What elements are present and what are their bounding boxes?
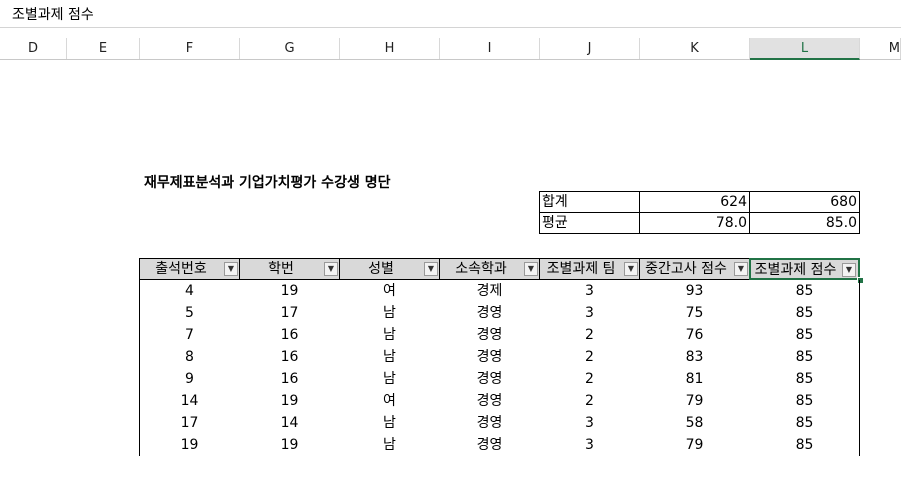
table-header-department[interactable]: 소속학과 ▼ xyxy=(439,258,540,280)
cell-gender[interactable]: 남 xyxy=(339,324,440,346)
cell-midterm-score[interactable]: 79 xyxy=(639,390,750,412)
cell-attendance-no[interactable]: 9 xyxy=(139,368,240,390)
column-header-row: D E F G H I J K L M xyxy=(0,38,901,60)
cell-student-id[interactable]: 16 xyxy=(239,368,340,390)
table-header-gender[interactable]: 성별 ▼ xyxy=(339,258,440,280)
summary-sum-k[interactable]: 624 xyxy=(639,191,750,213)
filter-dropdown-icon[interactable]: ▼ xyxy=(424,262,438,276)
cell-student-id[interactable]: 17 xyxy=(239,302,340,324)
cell-gender[interactable]: 남 xyxy=(339,346,440,368)
cell-department[interactable]: 경영 xyxy=(439,434,540,456)
table-header-group-project-score[interactable]: 조별과제 점수 ▼ xyxy=(749,258,860,280)
table-header-attendance-no[interactable]: 출석번호 ▼ xyxy=(139,258,240,280)
table-header-label: 출석번호 xyxy=(155,261,207,277)
column-header-h[interactable]: H xyxy=(340,38,440,59)
cell-department[interactable]: 경영 xyxy=(439,302,540,324)
column-header-l[interactable]: L xyxy=(750,38,860,60)
cell-group-project-score[interactable]: 85 xyxy=(749,324,860,346)
cell-group-team[interactable]: 3 xyxy=(539,434,640,456)
column-header-k[interactable]: K xyxy=(640,38,750,59)
cell-department[interactable]: 경영 xyxy=(439,368,540,390)
summary-avg-l[interactable]: 85.0 xyxy=(749,212,860,234)
cell-midterm-score[interactable]: 83 xyxy=(639,346,750,368)
cell-attendance-no[interactable]: 5 xyxy=(139,302,240,324)
table-border-right xyxy=(859,280,860,456)
cell-attendance-no[interactable]: 4 xyxy=(139,280,240,302)
column-header-e[interactable]: E xyxy=(67,38,140,59)
cell-midterm-score[interactable]: 75 xyxy=(639,302,750,324)
table-header-label: 조별과제 팀 xyxy=(546,261,616,277)
cell-midterm-score[interactable]: 76 xyxy=(639,324,750,346)
column-header-d[interactable]: D xyxy=(0,38,67,59)
cell-department[interactable]: 경영 xyxy=(439,412,540,434)
table-header-label: 성별 xyxy=(368,261,394,277)
cell-gender[interactable]: 남 xyxy=(339,412,440,434)
summary-sum-l[interactable]: 680 xyxy=(749,191,860,213)
cell-department[interactable]: 경제 xyxy=(439,280,540,302)
cell-attendance-no[interactable]: 14 xyxy=(139,390,240,412)
cell-gender[interactable]: 여 xyxy=(339,280,440,302)
column-header-i[interactable]: I xyxy=(440,38,540,59)
column-header-g[interactable]: G xyxy=(240,38,340,59)
cell-student-id[interactable]: 19 xyxy=(239,434,340,456)
cell-student-id[interactable]: 16 xyxy=(239,346,340,368)
sheet-title[interactable]: 재무제표분석과 기업가치평가 수강생 명단 xyxy=(144,172,390,192)
cell-group-project-score[interactable]: 85 xyxy=(749,302,860,324)
cell-group-team[interactable]: 2 xyxy=(539,346,640,368)
cell-group-team[interactable]: 2 xyxy=(539,324,640,346)
cell-group-project-score[interactable]: 85 xyxy=(749,368,860,390)
filter-dropdown-icon[interactable]: ▼ xyxy=(624,262,638,276)
table-header-label: 학번 xyxy=(268,261,294,277)
table-header-midterm-score[interactable]: 중간고사 점수 ▼ xyxy=(639,258,750,280)
summary-label-sum[interactable]: 합계 xyxy=(539,191,640,213)
cell-group-team[interactable]: 3 xyxy=(539,412,640,434)
formula-bar[interactable]: 조별과제 점수 xyxy=(0,0,901,28)
filter-dropdown-icon[interactable]: ▼ xyxy=(734,262,748,276)
cell-student-id[interactable]: 16 xyxy=(239,324,340,346)
cell-group-team[interactable]: 2 xyxy=(539,368,640,390)
cell-group-project-score[interactable]: 85 xyxy=(749,280,860,302)
formula-text: 조별과제 점수 xyxy=(12,7,94,23)
cell-group-project-score[interactable]: 85 xyxy=(749,412,860,434)
cell-gender[interactable]: 남 xyxy=(339,434,440,456)
cell-group-team[interactable]: 3 xyxy=(539,302,640,324)
filter-dropdown-icon[interactable]: ▼ xyxy=(224,262,238,276)
column-header-f[interactable]: F xyxy=(140,38,240,59)
cell-department[interactable]: 경영 xyxy=(439,390,540,412)
cell-group-project-score[interactable]: 85 xyxy=(749,434,860,456)
cell-department[interactable]: 경영 xyxy=(439,324,540,346)
cell-department[interactable]: 경영 xyxy=(439,346,540,368)
table-header-label: 중간고사 점수 xyxy=(645,261,727,277)
table-header-group-team[interactable]: 조별과제 팀 ▼ xyxy=(539,258,640,280)
cell-group-team[interactable]: 2 xyxy=(539,390,640,412)
cell-attendance-no[interactable]: 7 xyxy=(139,324,240,346)
table-header-label: 조별과제 점수 xyxy=(754,262,837,278)
cell-gender[interactable]: 남 xyxy=(339,368,440,390)
filter-active-icon[interactable]: ▼ xyxy=(842,263,856,277)
cell-midterm-score[interactable]: 81 xyxy=(639,368,750,390)
cell-attendance-no[interactable]: 8 xyxy=(139,346,240,368)
summary-label-avg[interactable]: 평균 xyxy=(539,212,640,234)
column-header-j[interactable]: J xyxy=(540,38,640,59)
cell-gender[interactable]: 여 xyxy=(339,390,440,412)
table-header-student-id[interactable]: 학번 ▼ xyxy=(239,258,340,280)
cell-gender[interactable]: 남 xyxy=(339,302,440,324)
column-header-m[interactable]: M xyxy=(860,38,901,59)
cell-attendance-no[interactable]: 19 xyxy=(139,434,240,456)
cell-midterm-score[interactable]: 93 xyxy=(639,280,750,302)
cell-student-id[interactable]: 14 xyxy=(239,412,340,434)
table-header-label: 소속학과 xyxy=(455,261,507,277)
filter-dropdown-icon[interactable]: ▼ xyxy=(524,262,538,276)
cell-student-id[interactable]: 19 xyxy=(239,280,340,302)
cell-attendance-no[interactable]: 17 xyxy=(139,412,240,434)
table-border-left xyxy=(139,280,140,456)
cell-group-project-score[interactable]: 85 xyxy=(749,346,860,368)
summary-avg-k[interactable]: 78.0 xyxy=(639,212,750,234)
filter-dropdown-icon[interactable]: ▼ xyxy=(324,262,338,276)
cell-midterm-score[interactable]: 58 xyxy=(639,412,750,434)
cell-group-project-score[interactable]: 85 xyxy=(749,390,860,412)
cell-student-id[interactable]: 19 xyxy=(239,390,340,412)
cell-midterm-score[interactable]: 79 xyxy=(639,434,750,456)
cell-group-team[interactable]: 3 xyxy=(539,280,640,302)
